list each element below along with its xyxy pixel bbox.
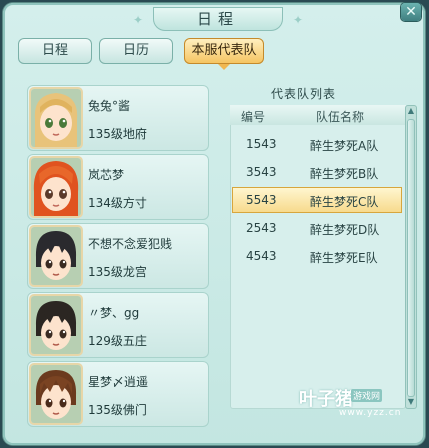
team-number: 5543 [246, 193, 277, 207]
blonde-girl-portrait [31, 89, 81, 147]
team-name: 醉生梦死A队 [310, 139, 379, 153]
ornament-left-icon: ✦ [133, 13, 144, 27]
player-name: 星梦〆逍遥 [88, 375, 149, 389]
team-list: 编号 队伍名称 1543 醉生梦死A队 3543 醉生梦死B队 5543 醉生梦… [230, 105, 406, 409]
team-name: 醉生梦死E队 [310, 251, 378, 265]
team-list-title: 代表队列表 [271, 87, 337, 101]
redhead-girl-portrait [31, 158, 81, 216]
player-card[interactable]: 星梦〆逍遥 135级佛门 [27, 361, 209, 427]
scroll-thumb[interactable] [407, 119, 415, 397]
scroll-down-icon[interactable]: ▼ [406, 397, 416, 407]
tab-server-team[interactable]: 本服代表队 [184, 38, 264, 70]
team-number: 3543 [246, 165, 277, 179]
player-level-school: 135级龙宫 [88, 265, 147, 279]
player-name: 不想不念爱犯贱 [88, 237, 173, 251]
team-number: 2543 [246, 221, 277, 235]
team-row[interactable]: 2543 醉生梦死D队 [232, 215, 402, 241]
player-card[interactable]: 〃梦、gg 129级五庄 [27, 292, 209, 358]
team-row-selected[interactable]: 5543 醉生梦死C队 [232, 187, 402, 213]
dark-hair-boy-portrait [31, 227, 81, 285]
team-name: 醉生梦死B队 [310, 167, 379, 181]
player-name: 岚芯梦 [88, 168, 125, 182]
player-card[interactable]: 兔兔°酱 135级地府 [27, 85, 209, 151]
dark-hair-boy-portrait [31, 296, 81, 354]
team-row[interactable]: 3543 醉生梦死B队 [232, 159, 402, 185]
tab-calendar[interactable]: 日历 [99, 38, 173, 64]
team-name: 醉生梦死C队 [310, 195, 379, 209]
window-title: 日程 [153, 7, 283, 31]
team-number: 1543 [246, 137, 277, 151]
watermark: 叶子猪 游戏网 www.yzz.cn [299, 383, 402, 423]
team-number: 4543 [246, 249, 277, 263]
tab-schedule[interactable]: 日程 [18, 38, 92, 64]
column-header-team-name: 队伍名称 [316, 110, 365, 124]
close-button[interactable]: ✕ [401, 3, 421, 21]
player-card[interactable]: 岚芯梦 134级方寸 [27, 154, 209, 220]
team-list-scrollbar[interactable]: ▲ ▼ [405, 105, 417, 409]
team-name: 醉生梦死D队 [310, 223, 380, 237]
ornament-right-icon: ✦ [293, 13, 304, 27]
player-card[interactable]: 不想不念爱犯贱 135级龙宫 [27, 223, 209, 289]
column-header-number: 编号 [241, 110, 266, 124]
team-row[interactable]: 1543 醉生梦死A队 [232, 131, 402, 157]
schedule-window: ✦ ✦ 日程 ✕ 日程 日历 本服代表队 兔兔°酱 135级地府 岚芯梦 134… [3, 3, 425, 445]
player-level-school: 129级五庄 [88, 334, 147, 348]
team-list-header: 编号 队伍名称 [230, 105, 406, 125]
player-level-school: 135级佛门 [88, 403, 147, 417]
player-name: 〃梦、gg [88, 306, 140, 320]
scroll-up-icon[interactable]: ▲ [406, 106, 416, 116]
watermark-tag: 游戏网 [351, 389, 383, 402]
player-level-school: 135级地府 [88, 127, 147, 141]
team-row[interactable]: 4543 醉生梦死E队 [232, 243, 402, 269]
close-icon: ✕ [405, 4, 417, 20]
player-level-school: 134级方寸 [88, 196, 147, 210]
watermark-url: www.yzz.cn [339, 408, 402, 418]
player-name: 兔兔°酱 [88, 99, 131, 113]
brown-hair-boy-portrait [31, 365, 81, 423]
